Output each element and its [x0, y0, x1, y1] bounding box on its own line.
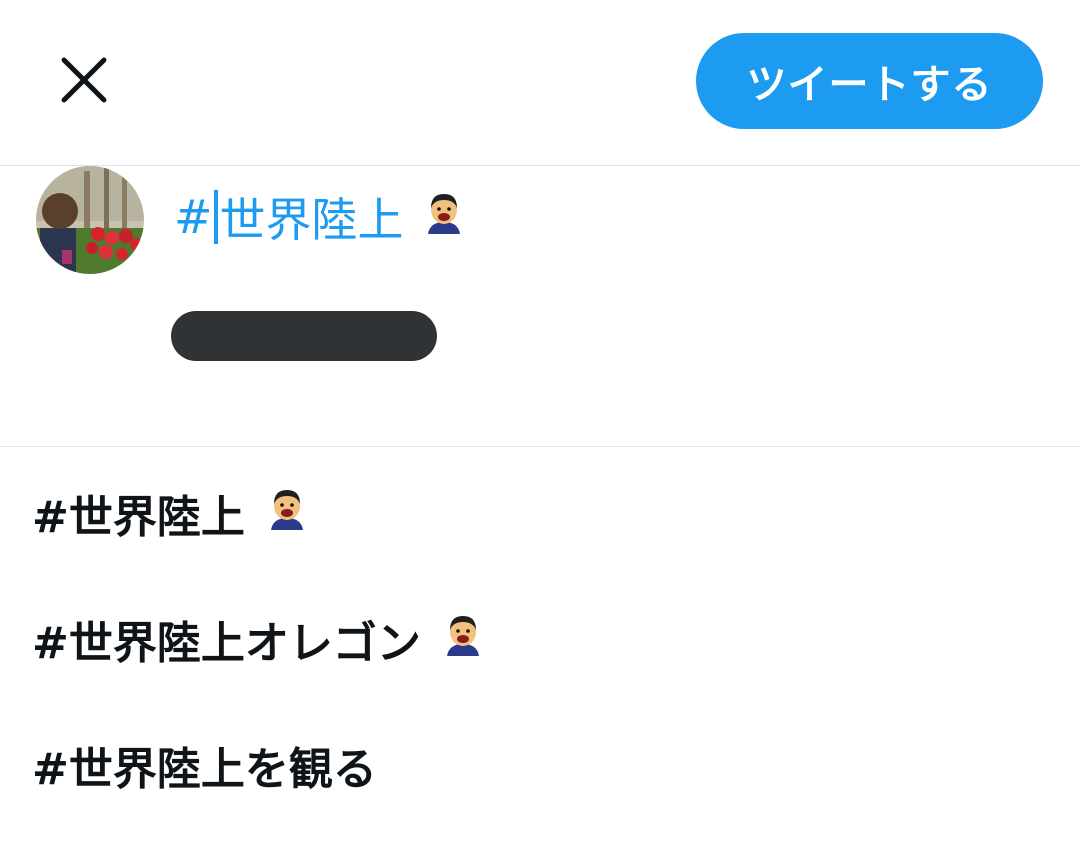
athletics-mascot-icon [420, 188, 468, 247]
suggestions-divider [0, 446, 1080, 447]
close-icon [61, 57, 107, 103]
redacted-field [171, 311, 437, 361]
athletics-mascot-icon [439, 610, 487, 669]
hashtag-prefix: # [174, 190, 213, 244]
suggestion-label: #世界陸上を観る [32, 744, 377, 795]
header-divider [0, 165, 1080, 166]
hashtag-suggestion[interactable]: #世界陸上オレゴン [32, 604, 487, 674]
compose-header: ツイートする [0, 0, 1080, 165]
hashtag-text: 世界陸上 [219, 193, 404, 247]
close-button[interactable] [52, 48, 116, 112]
suggestion-label: #世界陸上オレゴン [32, 618, 421, 669]
avatar[interactable] [36, 166, 144, 274]
tweet-button[interactable]: ツイートする [696, 33, 1043, 129]
tweet-text-input[interactable]: # 世界陸上 [174, 186, 468, 248]
text-caret [213, 190, 218, 244]
suggestion-label: #世界陸上 [32, 492, 245, 543]
athletics-mascot-icon [263, 484, 311, 543]
hashtag-suggestion[interactable]: #世界陸上 [32, 478, 311, 548]
avatar-photo [36, 166, 144, 274]
hashtag-suggestion[interactable]: #世界陸上を観る [32, 730, 377, 800]
